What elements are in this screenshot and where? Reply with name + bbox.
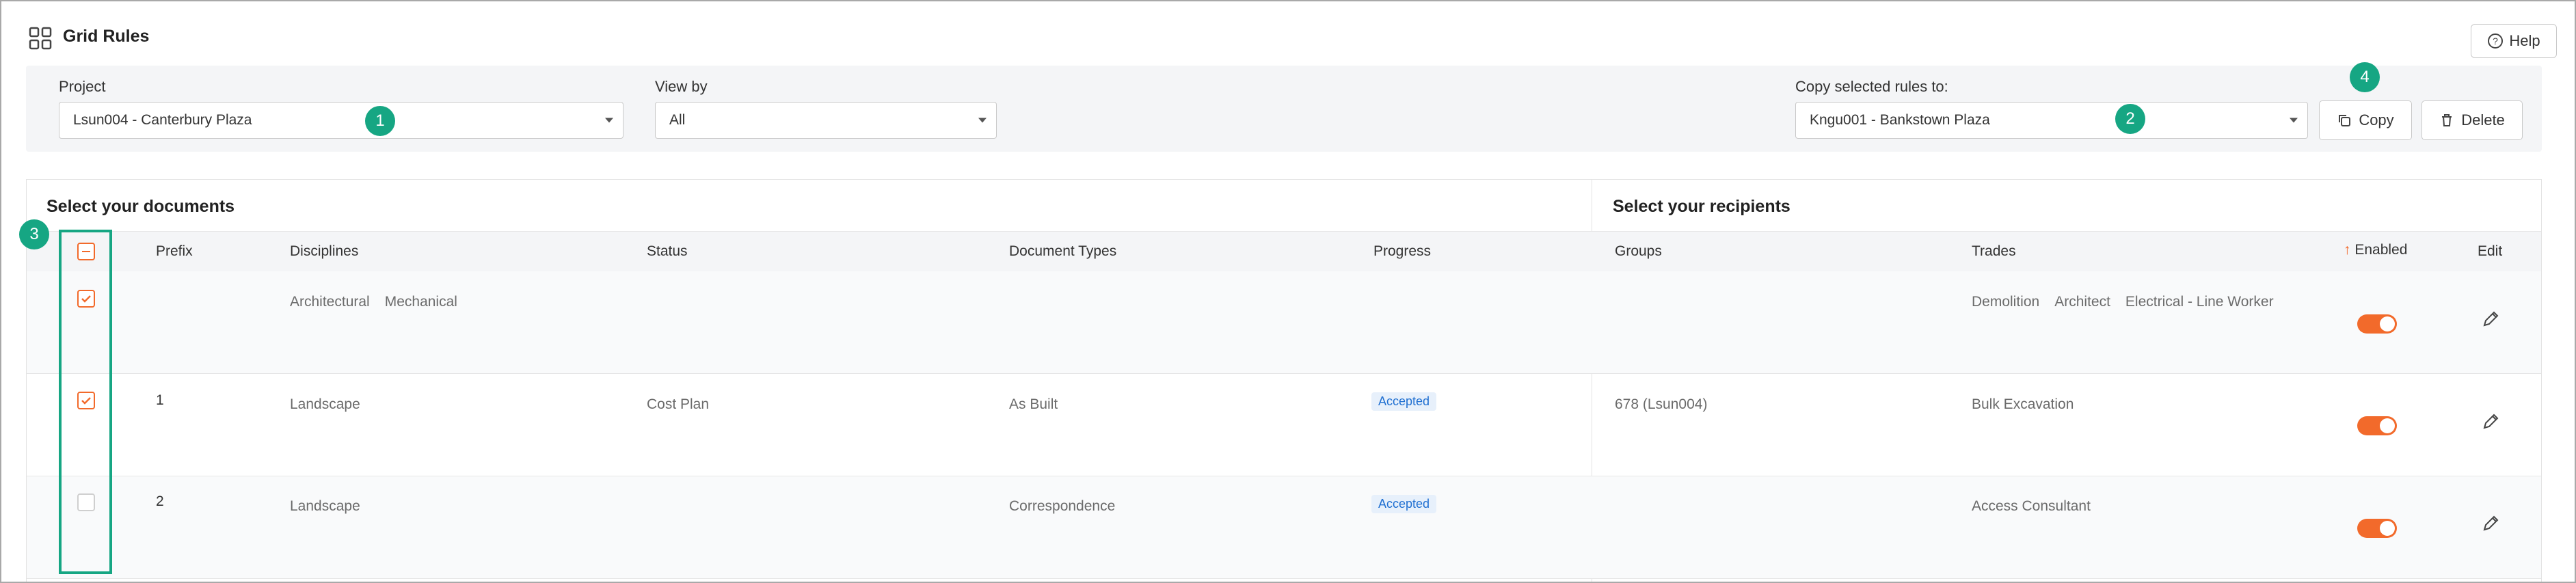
annotation-marker: 3 <box>19 219 49 249</box>
toggle-knob <box>2380 316 2395 331</box>
column-header-disciplines[interactable]: Disciplines <box>290 243 358 260</box>
annotation-marker: 2 <box>2115 104 2145 134</box>
trash-icon <box>2442 114 2452 126</box>
checkbox-column-highlight <box>59 230 112 574</box>
viewby-select[interactable]: All <box>655 102 997 139</box>
row-disciplines: Landscape <box>290 498 375 515</box>
row-trades: Demolition Architect Electrical - Line Wor… <box>1972 294 2289 310</box>
copy-to-select[interactable]: Kngu001 - Bankstown Plaza <box>1795 102 2308 139</box>
enabled-toggle[interactable] <box>2357 416 2397 435</box>
toggle-knob <box>2380 521 2395 536</box>
row-prefix: 2 <box>156 493 164 509</box>
annotation-marker: 1 <box>365 106 395 136</box>
annotation-marker: 4 <box>2350 62 2380 92</box>
row-disciplines: Landscape <box>290 396 375 413</box>
help-button[interactable]: ? Help <box>2471 24 2557 58</box>
recipients-section-title: Select your recipients <box>1613 197 1790 216</box>
help-label: Help <box>2509 32 2540 49</box>
column-header-prefix[interactable]: Prefix <box>156 243 193 260</box>
table-row[interactable] <box>27 374 2541 476</box>
discipline-tag: Architectural <box>290 294 370 310</box>
row-trades: Access Consultant <box>1972 498 2106 515</box>
column-header-edit: Edit <box>2478 243 2503 259</box>
project-label: Project <box>59 78 106 95</box>
app-window: Grid Rules ? Help Project Lsun004 - Cant… <box>0 0 2576 583</box>
viewby-label: View by <box>655 78 708 95</box>
column-header-groups[interactable]: Groups <box>1615 243 1662 260</box>
column-header-enabled-label: Enabled <box>2354 242 2408 258</box>
discipline-tag: Mechanical <box>384 294 457 310</box>
trade-tag: Electrical - Line Worker <box>2125 294 2274 310</box>
grid-icon <box>29 27 52 50</box>
help-icon: ? <box>2488 33 2504 49</box>
column-header-status[interactable]: Status <box>647 243 688 260</box>
column-header-progress[interactable]: Progress <box>1373 243 1431 260</box>
project-select[interactable]: Lsun004 - Canterbury Plaza <box>59 102 623 139</box>
trade-tag: Access Consultant <box>1972 498 2091 514</box>
row-prefix: 1 <box>156 392 164 408</box>
sort-up-icon: ↑ <box>2344 242 2351 258</box>
column-header-document-types[interactable]: Document Types <box>1009 243 1116 260</box>
discipline-tag: Landscape <box>290 498 360 514</box>
table-row[interactable] <box>27 271 2541 374</box>
column-header-trades[interactable]: Trades <box>1972 243 2016 260</box>
pencil-icon[interactable] <box>2480 309 2501 329</box>
enabled-toggle[interactable] <box>2357 314 2397 334</box>
copy-to-select-value: Kngu001 - Bankstown Plaza <box>1810 112 1990 128</box>
chevron-down-icon <box>2290 118 2298 123</box>
pencil-icon[interactable] <box>2480 513 2501 534</box>
copy-to-label: Copy selected rules to: <box>1795 78 1948 95</box>
row-disciplines: Architectural Mechanical <box>290 294 472 310</box>
table-header-row <box>27 231 2541 272</box>
progress-badge: Accepted <box>1371 495 1437 513</box>
toggle-knob <box>2380 418 2395 433</box>
progress-badge: Accepted <box>1371 392 1437 411</box>
project-select-value: Lsun004 - Canterbury Plaza <box>73 112 252 128</box>
documents-section-title: Select your documents <box>46 197 235 216</box>
row-trades: Bulk Excavation <box>1972 396 2089 413</box>
chevron-down-icon <box>978 118 987 123</box>
row-document-type: As Built <box>1009 396 1058 412</box>
viewby-select-value: All <box>669 112 686 128</box>
copy-icon <box>2339 115 2351 126</box>
row-document-type: Correspondence <box>1009 498 1116 514</box>
column-header-enabled[interactable]: ↑ Enabled <box>2344 242 2407 258</box>
page-title: Grid Rules <box>63 27 150 46</box>
trade-tag: Architect <box>2054 294 2110 310</box>
discipline-tag: Landscape <box>290 396 360 412</box>
copy-button[interactable]: Copy <box>2319 100 2412 140</box>
trade-tag: Bulk Excavation <box>1972 396 2074 412</box>
svg-text:?: ? <box>2493 36 2498 46</box>
trade-tag: Demolition <box>1972 294 2040 310</box>
pencil-icon[interactable] <box>2480 411 2501 432</box>
table-row[interactable] <box>27 476 2541 579</box>
enabled-toggle[interactable] <box>2357 519 2397 538</box>
row-status: Cost Plan <box>647 396 710 412</box>
delete-button[interactable]: Delete <box>2421 100 2523 140</box>
copy-label: Copy <box>2359 111 2394 128</box>
chevron-down-icon <box>605 118 613 123</box>
row-groups: 678 (Lsun004) <box>1615 396 1708 412</box>
delete-label: Delete <box>2461 111 2505 128</box>
